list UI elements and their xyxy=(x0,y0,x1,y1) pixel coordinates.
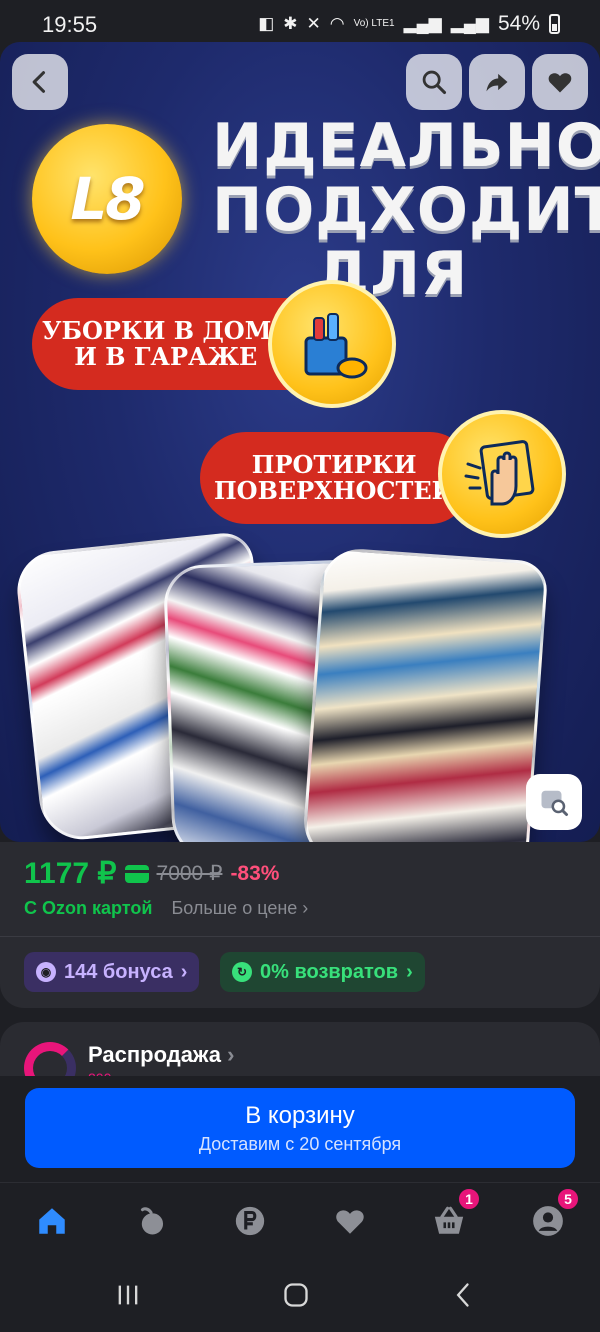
share-button[interactable] xyxy=(469,54,525,110)
bluetooth-icon: ✱ xyxy=(283,14,298,33)
nav-finance[interactable] xyxy=(230,1201,270,1241)
status-icons: ◧ ✱ ✕ ◠ Vo) LTE1 ▂▄▆ ▂▄▆ 54% xyxy=(258,12,560,36)
ribbon-2-line-2: ПОВЕРХНОСТЕЙ xyxy=(214,476,455,505)
wifi-icon: ◠ xyxy=(329,14,345,33)
add-to-cart-button[interactable]: В корзину Доставим с 20 сентября xyxy=(25,1088,575,1168)
cart-area: В корзину Доставим с 20 сентября xyxy=(0,1076,600,1182)
rag-bale-right xyxy=(301,546,549,842)
image-search-button[interactable] xyxy=(526,774,582,830)
recent-apps-icon xyxy=(118,1285,138,1305)
search-icon xyxy=(422,70,447,95)
ribbon-surfaces: ПРОТИРКИ ПОВЕРХНОСТЕЙ xyxy=(200,432,470,524)
nav-cart[interactable]: 1 xyxy=(429,1187,481,1241)
ruble-icon xyxy=(235,1206,265,1236)
profile-badge: 5 xyxy=(556,1187,580,1211)
chevron-right-icon: › xyxy=(302,898,309,918)
fruit-icon xyxy=(140,1207,164,1235)
wiping-hand-icon xyxy=(438,410,566,538)
seller-card[interactable]: Распродажа › 200 xyxy=(0,1022,600,1082)
heart-icon xyxy=(336,1210,364,1234)
ribbon-2-line-1: ПРОТИРКИ xyxy=(251,450,417,479)
returns-icon: ↻ xyxy=(232,962,252,982)
ribbon-1-line-2: И В ГАРАЖЕ xyxy=(74,342,258,371)
back-chevron-icon xyxy=(456,1283,469,1307)
notification-icon: ◧ xyxy=(258,14,275,33)
home-icon xyxy=(39,1208,65,1234)
basket-icon xyxy=(434,1206,464,1234)
price-old: 7000 ₽ xyxy=(156,862,223,885)
image-search-icon xyxy=(541,790,568,816)
brand-logo-text: L8 xyxy=(70,165,145,233)
mute-icon: ✕ xyxy=(306,14,321,33)
bonus-chip-label: 144 бонуса xyxy=(64,960,173,983)
battery-percent: 54% xyxy=(497,12,540,35)
price-discount: -83% xyxy=(230,861,280,885)
nav-profile[interactable]: 5 xyxy=(528,1187,580,1241)
system-back-button[interactable] xyxy=(444,1278,484,1312)
heart-icon xyxy=(548,73,572,93)
ozon-card-row: С Ozon картой Больше о цене › xyxy=(24,898,308,919)
back-button[interactable] xyxy=(12,54,68,110)
product-image-gallery[interactable]: L8 ИДЕАЛЬНО ПОДХОДИТ ДЛЯ УБОРКИ В ДОМЕ И… xyxy=(0,42,600,842)
battery-icon xyxy=(549,14,560,34)
profile-icon xyxy=(533,1206,563,1236)
system-navigation xyxy=(0,1260,600,1332)
ozon-card-icon xyxy=(124,864,149,883)
bonus-chip[interactable]: ◉ 144 бонуса › xyxy=(24,952,200,992)
seller-name: Распродажа › xyxy=(88,1042,235,1067)
signal-icon: ▂▄▆ xyxy=(403,14,442,33)
home-button[interactable] xyxy=(276,1278,316,1312)
ribbon-1-line-1: УБОРКИ В ДОМЕ xyxy=(42,316,290,345)
search-button[interactable] xyxy=(406,54,462,110)
price-card: 1177 ₽ 7000 ₽ -83% С Ozon картой Больше … xyxy=(0,842,600,1008)
more-about-price-link[interactable]: Больше о цене › xyxy=(171,898,308,918)
image-headline: ИДЕАЛЬНО ПОДХОДИТ ДЛЯ xyxy=(212,111,600,309)
lte-label: Vo) LTE1 xyxy=(353,18,395,29)
chevron-right-icon: › xyxy=(180,960,188,983)
headline-line-3: ДЛЯ xyxy=(315,239,469,309)
add-to-cart-label: В корзину xyxy=(245,1102,355,1129)
home-square-icon xyxy=(284,1283,308,1307)
nav-fresh[interactable] xyxy=(131,1201,171,1241)
delivery-date-label: Доставим с 20 сентября xyxy=(198,1134,402,1154)
returns-chip[interactable]: ↻ 0% возвратов › xyxy=(220,952,425,992)
nav-home[interactable] xyxy=(32,1201,72,1241)
returns-chip-label: 0% возвратов xyxy=(260,960,399,983)
recent-apps-button[interactable] xyxy=(108,1278,148,1312)
headline-line-1: ИДЕАЛЬНО xyxy=(212,111,600,181)
nav-favorites[interactable] xyxy=(330,1201,370,1241)
divider xyxy=(0,936,600,937)
chevron-right-icon: › xyxy=(406,960,413,983)
status-time: 19:55 xyxy=(42,12,98,37)
chevron-left-icon xyxy=(32,71,46,93)
signal-icon-2: ▂▄▆ xyxy=(450,14,489,33)
bottom-navigation: 1 5 xyxy=(0,1182,600,1260)
brand-logo: L8 xyxy=(32,124,182,274)
price-current: 1177 ₽ xyxy=(24,857,117,890)
more-about-price-label: Больше о цене xyxy=(171,898,298,918)
headline-line-2: ПОДХОДИТ xyxy=(212,175,600,245)
chevron-right-icon: › xyxy=(227,1042,235,1067)
cleaning-bucket-icon xyxy=(268,280,396,408)
cart-badge: 1 xyxy=(457,1187,481,1211)
favorite-button[interactable] xyxy=(532,54,588,110)
price-row: 1177 ₽ 7000 ₽ -83% xyxy=(24,856,279,891)
ozon-card-label: С Ozon картой xyxy=(24,898,153,918)
bonus-icon: ◉ xyxy=(36,962,56,982)
share-icon xyxy=(486,73,508,92)
